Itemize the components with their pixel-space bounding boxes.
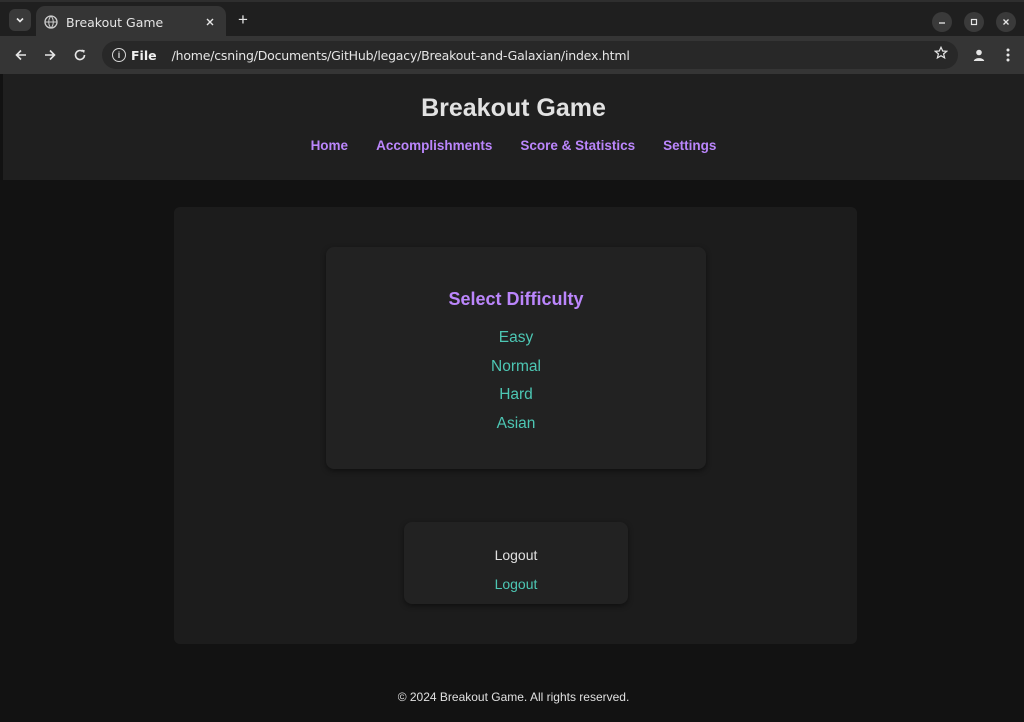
browser-tab[interactable]: Breakout Game bbox=[36, 6, 226, 38]
reload-icon[interactable] bbox=[71, 46, 89, 64]
browser-toolbar: i File /home/csning/Documents/GitHub/leg… bbox=[0, 36, 1024, 74]
globe-icon bbox=[44, 15, 58, 29]
page-viewport: Breakout Game Home Accomplishments Score… bbox=[3, 74, 1024, 722]
nav-link-settings[interactable]: Settings bbox=[663, 138, 716, 153]
address-bar[interactable]: i File /home/csning/Documents/GitHub/leg… bbox=[102, 41, 958, 69]
logout-link[interactable]: Logout bbox=[404, 576, 628, 592]
footer-copyright: © 2024 Breakout Game. All rights reserve… bbox=[397, 690, 630, 704]
site-header: Breakout Game Home Accomplishments Score… bbox=[3, 74, 1024, 180]
scheme-chip: File bbox=[131, 47, 157, 63]
star-icon[interactable] bbox=[933, 45, 949, 64]
main-nav: Home Accomplishments Score & Statistics … bbox=[3, 138, 1024, 153]
difficulty-title: Select Difficulty bbox=[448, 289, 584, 309]
browser-tab-strip: Breakout Game + bbox=[0, 0, 1024, 38]
nav-link-accomplishments[interactable]: Accomplishments bbox=[376, 138, 492, 153]
forward-arrow-icon[interactable] bbox=[41, 46, 59, 64]
info-icon[interactable]: i bbox=[112, 48, 126, 62]
close-icon[interactable] bbox=[202, 14, 218, 30]
tab-title: Breakout Game bbox=[66, 14, 164, 30]
difficulty-option-asian[interactable]: Asian bbox=[326, 410, 706, 439]
profile-icon[interactable] bbox=[970, 46, 988, 64]
difficulty-option-hard[interactable]: Hard bbox=[326, 381, 706, 410]
difficulty-list: Easy Normal Hard Asian bbox=[326, 324, 706, 439]
main-panel: Select Difficulty Easy Normal Hard Asian… bbox=[174, 207, 857, 644]
difficulty-option-normal[interactable]: Normal bbox=[326, 353, 706, 382]
logout-heading: Logout bbox=[494, 547, 538, 563]
logout-card: Logout Logout bbox=[404, 522, 628, 604]
page-title: Breakout Game bbox=[421, 94, 606, 122]
difficulty-option-easy[interactable]: Easy bbox=[326, 324, 706, 353]
plus-icon[interactable]: + bbox=[234, 11, 252, 29]
difficulty-card: Select Difficulty Easy Normal Hard Asian bbox=[326, 247, 706, 469]
nav-link-score-statistics[interactable]: Score & Statistics bbox=[520, 138, 635, 153]
back-arrow-icon[interactable] bbox=[12, 46, 30, 64]
maximize-icon[interactable] bbox=[964, 12, 984, 32]
minimize-icon[interactable] bbox=[932, 12, 952, 32]
nav-link-home[interactable]: Home bbox=[311, 138, 349, 153]
kebab-menu-icon[interactable] bbox=[999, 46, 1017, 64]
close-window-icon[interactable] bbox=[996, 12, 1016, 32]
tab-search-icon[interactable] bbox=[9, 9, 31, 31]
url-text[interactable]: /home/csning/Documents/GitHub/legacy/Bre… bbox=[172, 48, 630, 63]
